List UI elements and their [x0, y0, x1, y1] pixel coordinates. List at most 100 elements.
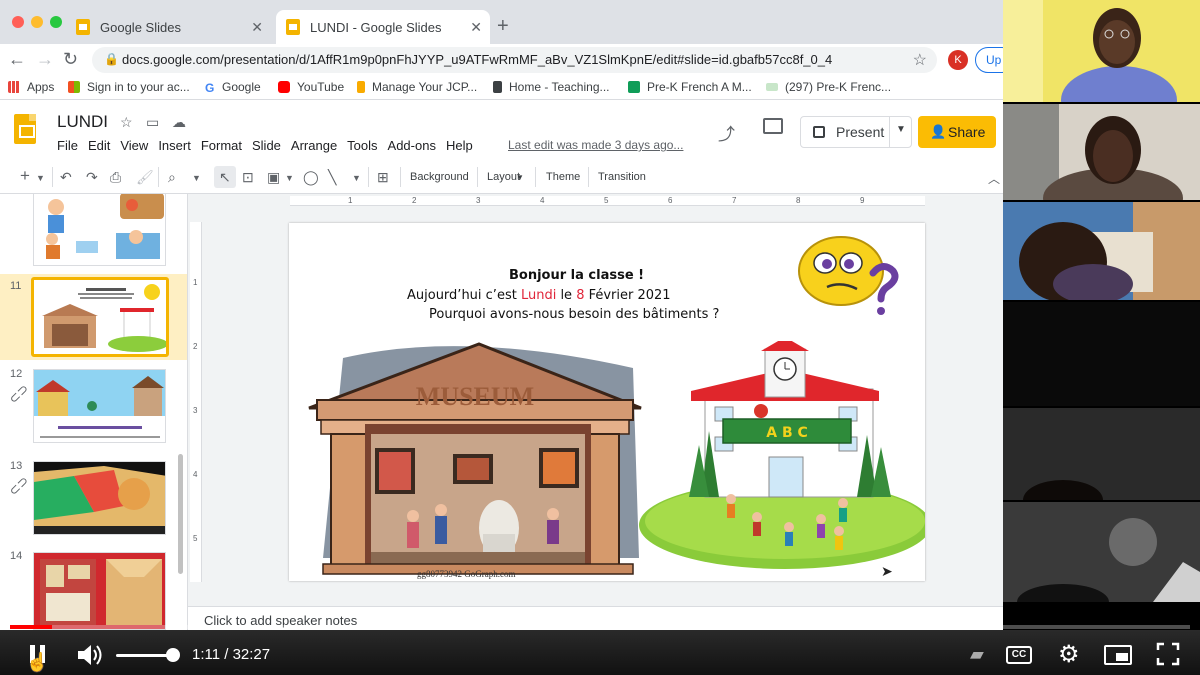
participant-video-5 [1003, 408, 1200, 500]
filmstrip-scrollbar[interactable] [178, 454, 183, 574]
image-watermark: gg80773942 GoGraph.com [417, 569, 516, 579]
add-comment-icon[interactable]: ⊞ [377, 169, 389, 186]
volume-icon[interactable] [76, 642, 104, 668]
browser-tab-lundi[interactable]: LUNDI - Google Slides ✕ [276, 10, 490, 44]
transition-button[interactable]: Transition [598, 171, 646, 183]
bookmark-teaching[interactable]: Home - Teaching... [493, 80, 610, 94]
tab-label: LUNDI - Google Slides [310, 19, 442, 35]
menu-arrange[interactable]: Arrange [291, 138, 337, 153]
menu-slide[interactable]: Slide [252, 138, 281, 153]
new-tab-button[interactable]: + [497, 15, 509, 38]
slide-preview-image [34, 370, 165, 442]
undo-icon[interactable]: ↶ [60, 169, 72, 186]
present-button[interactable]: Present ▼ [800, 116, 912, 148]
theme-button[interactable]: Theme [546, 171, 580, 183]
slide-number: 11 [10, 280, 22, 292]
classroom-icon [628, 81, 640, 93]
school-abc-sign: A B C [766, 425, 808, 441]
activity-trend-icon[interactable]: ⤴ [718, 120, 735, 145]
close-window-button[interactable] [12, 16, 24, 28]
slide-thumbnail-10[interactable] [33, 194, 166, 266]
collapse-toolbar-icon[interactable]: ︿ [988, 170, 1000, 187]
menu-bar: File Edit View Insert Format Slide Arran… [57, 138, 483, 153]
menu-insert[interactable]: Insert [158, 138, 191, 153]
link-icon: ⊂⊃ [5, 380, 32, 407]
document-title[interactable]: LUNDI [57, 112, 108, 132]
comments-icon[interactable] [763, 118, 783, 134]
volume-slider-knob[interactable] [166, 648, 180, 662]
link-icon: ⊂⊃ [5, 472, 32, 499]
slides-favicon-icon [76, 19, 90, 35]
bookmark-youtube[interactable]: YouTube [278, 80, 344, 94]
background-button[interactable]: Background [410, 171, 469, 183]
slides-favicon-icon [286, 19, 300, 35]
text-box-icon[interactable]: ⊡ [242, 169, 254, 186]
slide-thumbnail-12[interactable] [33, 369, 166, 443]
slides-logo-icon[interactable] [14, 114, 36, 144]
bookmark-apps[interactable]: Apps [8, 80, 54, 94]
bookmark-jcp[interactable]: Manage Your JCP... [357, 80, 477, 94]
line-dropdown-icon[interactable]: ▼ [352, 173, 361, 183]
star-icon[interactable]: ☆ [120, 114, 133, 131]
participant-video-1 [1003, 0, 1200, 102]
slide-filmstrip: 11 12 ⊂⊃ 13 ⊂⊃ 14 [0, 194, 188, 630]
address-bar[interactable]: 🔒 docs.google.com/presentation/d/1AffR1m… [92, 47, 937, 73]
bookmark-prek-french-2[interactable]: (297) Pre-K Frenc... [766, 80, 891, 94]
layout-dropdown-icon: ▼ [516, 173, 524, 182]
profile-avatar[interactable]: K [948, 50, 968, 70]
reload-icon[interactable]: ↻ [63, 49, 78, 70]
forward-arrow-icon[interactable]: → [36, 49, 54, 70]
jcp-icon [357, 81, 365, 93]
shape-icon[interactable]: ◯ [303, 169, 319, 186]
present-dropdown-icon[interactable]: ▼ [896, 124, 906, 135]
fullscreen-icon[interactable] [1156, 642, 1180, 666]
menu-file[interactable]: File [57, 138, 78, 153]
participant-video-2 [1003, 104, 1200, 200]
minimize-window-button[interactable] [31, 16, 43, 28]
screen: Google Slides ✕ LUNDI - Google Slides ✕ … [0, 0, 1200, 675]
menu-edit[interactable]: Edit [88, 138, 110, 153]
zoom-dropdown-icon[interactable]: ▼ [192, 173, 201, 183]
menu-format[interactable]: Format [201, 138, 242, 153]
share-button[interactable]: 👤 Share [918, 116, 996, 148]
bookmark-sign-in[interactable]: Sign in to your ac... [68, 80, 190, 94]
back-arrow-icon[interactable]: ← [8, 49, 26, 70]
menu-help[interactable]: Help [446, 138, 473, 153]
bookmark-star-icon[interactable]: ☆ [913, 50, 927, 70]
lock-icon: 🔒 [104, 52, 119, 66]
captions-button[interactable]: CC [1006, 646, 1032, 664]
zoom-icon[interactable]: ⌕ [168, 169, 176, 186]
slide-thumbnail-14[interactable] [33, 552, 166, 630]
image-icon[interactable]: ▣ [267, 169, 280, 186]
slide-greeting-text[interactable]: Bonjour la classe ! [509, 268, 644, 283]
last-edit-link[interactable]: Last edit was made 3 days ago... [508, 138, 683, 152]
new-slide-icon[interactable]: + [20, 166, 30, 186]
image-dropdown-icon[interactable]: ▼ [285, 173, 294, 183]
microsoft-icon [68, 81, 80, 93]
close-tab-icon[interactable]: ✕ [251, 19, 263, 36]
settings-gear-icon[interactable]: ⚙ [1058, 640, 1080, 669]
slide-question-text[interactable]: Pourquoi avons-nous besoin des bâtiments… [429, 307, 719, 322]
chapter-marker-icon[interactable]: ▰ [970, 644, 984, 665]
new-slide-dropdown-icon[interactable]: ▼ [36, 173, 45, 183]
maximize-window-button[interactable] [50, 16, 62, 28]
redo-icon[interactable]: ↷ [86, 169, 98, 186]
slide-thumbnail-13[interactable] [33, 461, 166, 535]
browser-tab-google-slides[interactable]: Google Slides ✕ [66, 10, 271, 44]
bookmark-prek-french[interactable]: Pre-K French A M... [628, 80, 752, 94]
close-tab-icon[interactable]: ✕ [470, 19, 482, 36]
video-progress-bar[interactable] [10, 625, 1190, 629]
line-icon[interactable]: ╲ [328, 169, 336, 186]
menu-addons[interactable]: Add-ons [388, 138, 436, 153]
print-icon[interactable]: ⎙ [110, 169, 121, 186]
menu-tools[interactable]: Tools [347, 138, 377, 153]
miniplayer-icon[interactable] [1104, 645, 1132, 665]
slide-thumbnail-11[interactable] [31, 277, 169, 357]
paint-format-icon[interactable]: 🖌 [136, 169, 154, 186]
move-folder-icon[interactable]: ▭ [146, 114, 159, 131]
bookmark-google[interactable]: G Google [205, 80, 261, 95]
slide-date-line[interactable]: Aujourd’hui c’est Lundi le 8 Février 202… [407, 288, 671, 303]
thinking-face-icon [798, 236, 899, 315]
current-slide[interactable]: Bonjour la classe ! Aujourd’hui c’est Lu… [289, 223, 925, 581]
menu-view[interactable]: View [120, 138, 148, 153]
